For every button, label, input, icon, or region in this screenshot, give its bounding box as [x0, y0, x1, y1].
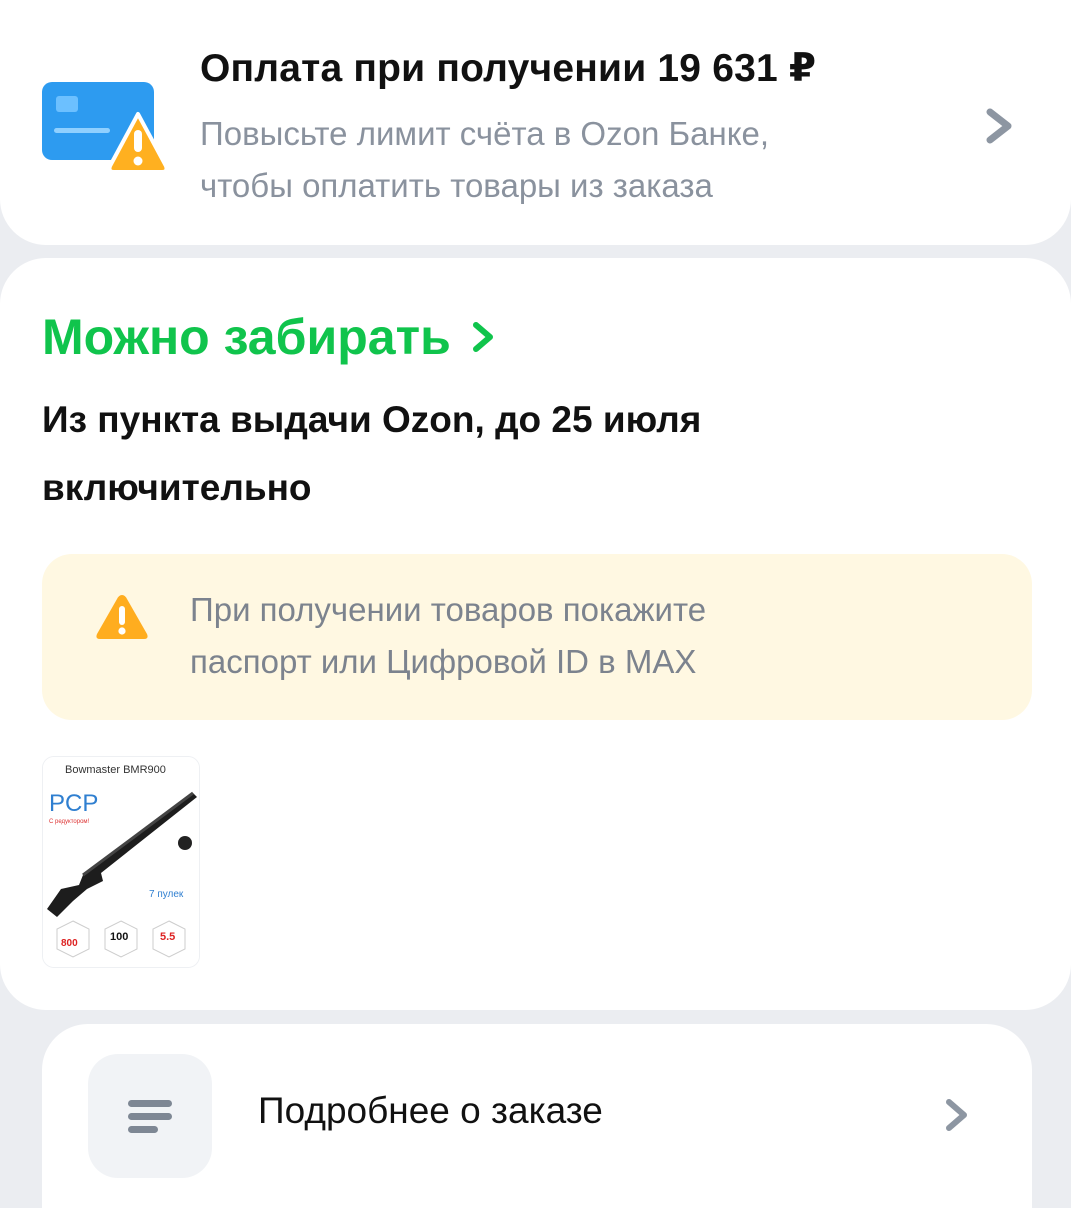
list-icon — [128, 1100, 172, 1133]
product-bullets: 7 пулек — [149, 889, 184, 900]
product-badge: PCP — [49, 790, 98, 817]
product-thumbnail[interactable]: Bowmaster BMR900 PCP С редуктором! 7 пул… — [42, 756, 200, 968]
product-name: Bowmaster BMR900 — [65, 764, 166, 776]
pickup-info: Из пункта выдачи Ozon, до 25 июля включи… — [42, 386, 942, 522]
chevron-right-icon[interactable] — [982, 106, 1016, 146]
payment-subtitle-line: чтобы оплатить товары из заказа — [200, 167, 713, 204]
order-status-link[interactable]: Можно забирать — [42, 308, 495, 366]
chevron-right-icon — [472, 322, 493, 352]
notice-line: паспорт или Цифровой ID в MAX — [190, 643, 697, 680]
payment-title: Оплата при получении 19 631 ₽ — [200, 47, 817, 90]
product-stat: 800 — [61, 938, 78, 949]
order-status: Можно забирать — [42, 309, 451, 365]
warning-icon — [96, 595, 148, 639]
order-card: Можно забирать Из пункта выдачи Ozon, до… — [0, 258, 1071, 1010]
details-icon-box — [88, 1054, 212, 1178]
order-details-label: Подробнее о заказе — [258, 1090, 603, 1131]
product-stat: 100 — [110, 931, 128, 943]
product-image: Bowmaster BMR900 PCP С редуктором! 7 пул… — [43, 757, 199, 967]
chevron-right-icon — [946, 1099, 967, 1131]
card-warning-icon — [42, 82, 169, 174]
pickup-line: Из пункта выдачи Ozon, до 25 июля — [42, 399, 702, 440]
payment-subtitle-line: Повысьте лимит счёта в Ozon Банке, — [200, 115, 770, 152]
notice-text: При получении товаров покажите паспорт и… — [190, 584, 990, 688]
order-details-row[interactable]: Подробнее о заказе — [42, 1024, 1032, 1208]
notice-line: При получении товаров покажите — [190, 591, 707, 628]
id-notice: При получении товаров покажите паспорт и… — [42, 554, 1032, 720]
payment-subtitle: Повысьте лимит счёта в Ozon Банке, чтобы… — [200, 108, 940, 212]
payment-card[interactable]: Оплата при получении 19 631 ₽ Повысьте л… — [0, 0, 1071, 245]
product-stat: 5.5 — [160, 931, 175, 943]
product-tagline: С редуктором! — [49, 819, 90, 825]
pickup-line: включительно — [42, 467, 312, 508]
